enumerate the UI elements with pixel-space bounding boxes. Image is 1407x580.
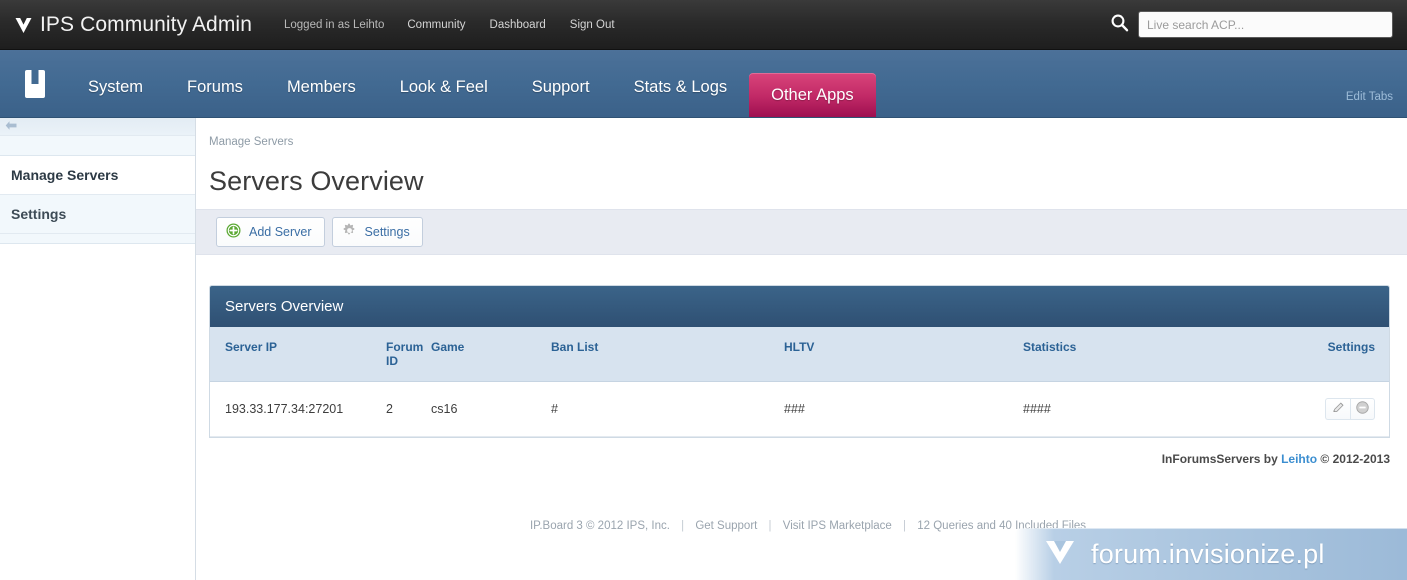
top-link-community[interactable]: Community xyxy=(396,12,476,38)
sidebar-item-manage-servers[interactable]: Manage Servers xyxy=(0,156,195,195)
panel-title: Servers Overview xyxy=(210,286,1389,327)
table-header-row: Server IP Forum ID Game Ban List HLTV St… xyxy=(210,327,1389,382)
main-nav: System Forums Members Look & Feel Suppor… xyxy=(0,50,1407,118)
nav-item-support[interactable]: Support xyxy=(510,67,612,107)
credits-author-link[interactable]: Leihto xyxy=(1281,452,1317,466)
watermark: forum.invisionize.pl xyxy=(1015,528,1407,580)
edit-row-button[interactable] xyxy=(1325,398,1350,420)
column-header-ban-list[interactable]: Ban List xyxy=(551,327,784,382)
table-head: Server IP Forum ID Game Ban List HLTV St… xyxy=(210,327,1389,382)
nav-item-other-apps[interactable]: Other Apps xyxy=(749,73,876,117)
ips-triangle-logo-icon xyxy=(1043,535,1077,574)
column-header-forum-id[interactable]: Forum ID xyxy=(386,327,431,382)
book-app-icon xyxy=(22,69,48,99)
nav-item-stats-and-logs[interactable]: Stats & Logs xyxy=(612,67,750,107)
top-nav: Logged in as Leihto Community Dashboard … xyxy=(274,12,626,38)
brand: IPS Community Admin xyxy=(14,13,252,37)
cell-row-actions xyxy=(1285,381,1389,437)
column-header-statistics[interactable]: Statistics xyxy=(1023,327,1285,382)
settings-button[interactable]: Settings xyxy=(331,217,423,247)
column-header-server-ip[interactable]: Server IP xyxy=(210,327,386,382)
cell-server-ip: 193.33.177.34:27201 xyxy=(210,381,386,437)
delete-row-button[interactable] xyxy=(1350,398,1375,420)
add-server-button[interactable]: Add Server xyxy=(216,217,325,247)
search-icon[interactable] xyxy=(1110,13,1129,37)
page-footer: IP.Board 3 © 2012 IPS, Inc. | Get Suppor… xyxy=(209,466,1407,532)
footer-separator-1: | xyxy=(681,520,685,532)
nav-item-members[interactable]: Members xyxy=(265,67,378,107)
table-row[interactable]: 193.33.177.34:27201 2 cs16 # ### #### xyxy=(210,381,1389,437)
cell-hltv: ### xyxy=(784,381,1023,437)
settings-label: Settings xyxy=(364,225,410,239)
gear-icon xyxy=(342,223,357,241)
sidebar-item-settings[interactable]: Settings xyxy=(0,195,195,234)
cell-statistics: #### xyxy=(1023,381,1285,437)
table-body: 193.33.177.34:27201 2 cs16 # ### #### xyxy=(210,381,1389,437)
main-content: Manage Servers Servers Overview Add Serv… xyxy=(196,118,1407,580)
column-header-settings[interactable]: Settings xyxy=(1285,327,1389,382)
servers-table: Server IP Forum ID Game Ban List HLTV St… xyxy=(210,327,1389,437)
collapse-left-arrow-icon[interactable] xyxy=(5,118,18,136)
ips-triangle-logo-icon xyxy=(14,16,33,35)
top-link-dashboard[interactable]: Dashboard xyxy=(479,12,557,38)
logged-in-label: Logged in as Leihto xyxy=(283,18,385,31)
watermark-text: forum.invisionize.pl xyxy=(1091,539,1325,569)
search-area xyxy=(1110,11,1393,38)
page-title: Servers Overview xyxy=(209,166,424,196)
sidebar: Manage Servers Settings xyxy=(0,118,196,580)
main-nav-items: System Forums Members Look & Feel Suppor… xyxy=(66,50,876,117)
top-link-sign-out[interactable]: Sign Out xyxy=(559,12,626,38)
edit-tabs-link[interactable]: Edit Tabs xyxy=(1346,91,1393,103)
top-bar: IPS Community Admin Logged in as Leihto … xyxy=(0,0,1407,50)
body-wrap: Manage Servers Settings Manage Servers S… xyxy=(0,118,1407,580)
sidebar-footer-spacer xyxy=(0,234,195,244)
action-toolbar: Add Server Settings xyxy=(196,209,1407,255)
footer-link-ips-marketplace[interactable]: Visit IPS Marketplace xyxy=(783,520,892,532)
credits-suffix: © 2012-2013 xyxy=(1317,452,1390,466)
search-input[interactable] xyxy=(1138,11,1393,38)
breadcrumb[interactable]: Manage Servers xyxy=(209,118,1407,148)
brand-label: IPS Community Admin xyxy=(40,12,252,36)
nav-item-forums[interactable]: Forums xyxy=(165,67,265,107)
add-server-label: Add Server xyxy=(249,225,312,239)
pencil-edit-icon xyxy=(1332,401,1345,417)
row-action-buttons xyxy=(1325,398,1375,420)
nav-item-look-and-feel[interactable]: Look & Feel xyxy=(378,67,510,107)
cell-forum-id: 2 xyxy=(386,381,431,437)
column-header-hltv[interactable]: HLTV xyxy=(784,327,1023,382)
footer-separator-2: | xyxy=(768,520,772,532)
cell-ban-list: # xyxy=(551,381,784,437)
footer-separator-3: | xyxy=(903,520,907,532)
column-header-game[interactable]: Game xyxy=(431,327,551,382)
cell-game: cs16 xyxy=(431,381,551,437)
sidebar-spacer xyxy=(0,136,195,156)
nav-item-system[interactable]: System xyxy=(66,67,165,107)
footer-copyright: IP.Board 3 © 2012 IPS, Inc. xyxy=(529,520,670,532)
footer-link-get-support[interactable]: Get Support xyxy=(695,520,757,532)
servers-panel: Servers Overview Server IP Forum ID Game… xyxy=(209,285,1390,438)
credits-prefix: InForumsServers by xyxy=(1161,452,1282,466)
plus-circle-green-icon xyxy=(226,223,241,241)
sidebar-collapse-bar[interactable] xyxy=(0,118,195,136)
app-credits: InForumsServers by Leihto © 2012-2013 xyxy=(209,452,1390,466)
minus-circle-delete-icon xyxy=(1356,401,1369,417)
